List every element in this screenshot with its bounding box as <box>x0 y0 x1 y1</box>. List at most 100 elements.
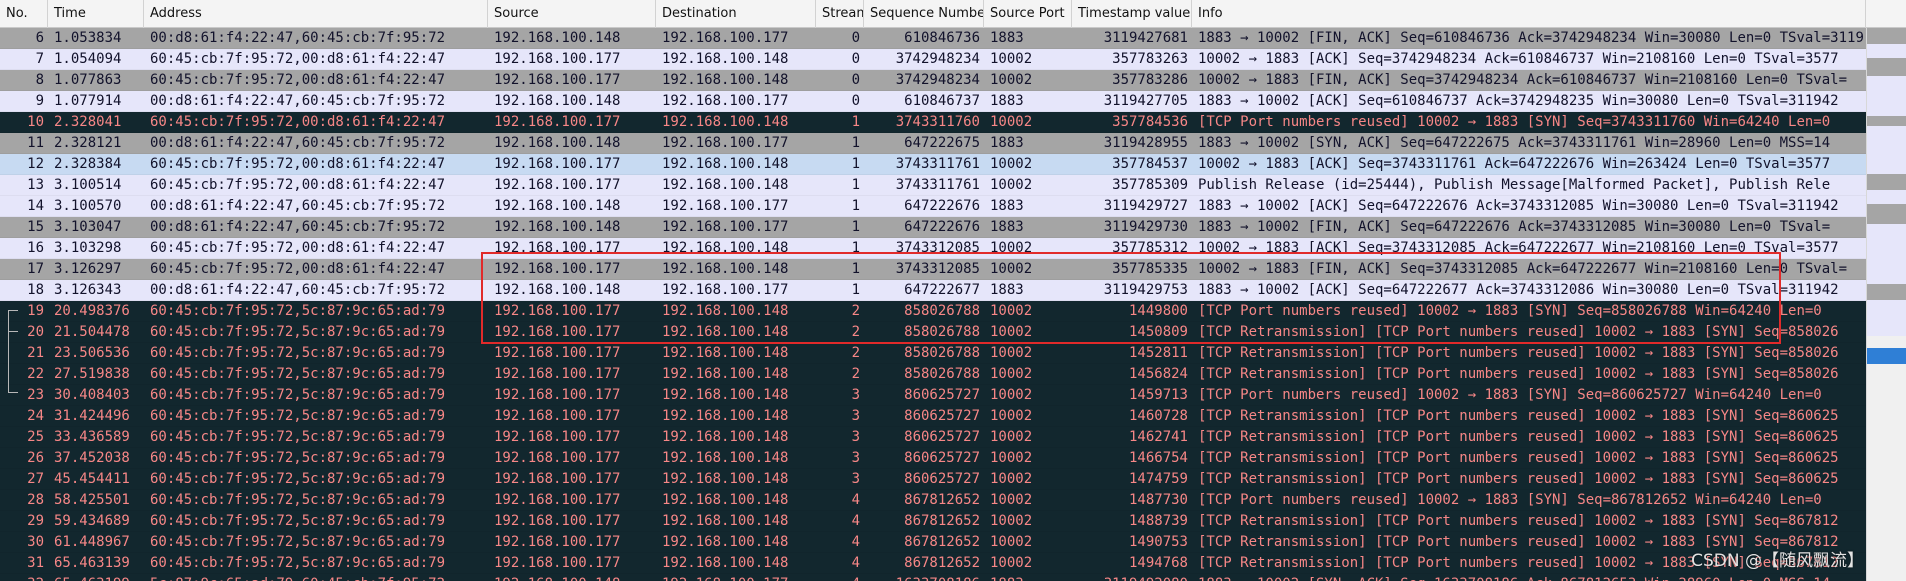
column-header-tsval[interactable]: Timestamp value <box>1072 0 1192 28</box>
packet-row[interactable]: 18 3.126343 00:d8:61:f4:22:47,60:45:cb:7f:… <box>0 280 1866 301</box>
column-header-sport[interactable]: Source Port <box>984 0 1072 28</box>
packet-row[interactable]: 30 61.448967 60:45:cb:7f:95:72,5c:87:9c:65… <box>0 532 1866 553</box>
cell-info: 10002 → 1883 [ACK] Seq=3743311761 Ack=64… <box>1198 156 1831 172</box>
cell-source: 192.168.100.177 <box>494 366 621 382</box>
cell-sport: 10002 <box>990 471 1033 487</box>
cell-sport: 1883 <box>990 198 1024 214</box>
cell-stream: 4 <box>851 492 860 508</box>
cell-no: 13 <box>27 177 44 193</box>
cell-source: 192.168.100.177 <box>494 450 621 466</box>
packet-row[interactable]: 25 33.436589 60:45:cb:7f:95:72,5c:87:9c:65… <box>0 427 1866 448</box>
cell-source: 192.168.100.148 <box>494 135 621 151</box>
cell-sport: 1883 <box>990 219 1024 235</box>
cell-stream: 1 <box>851 198 860 214</box>
column-header-destination[interactable]: Destination <box>656 0 816 28</box>
cell-source: 192.168.100.148 <box>494 219 621 235</box>
packet-row[interactable]: 6 1.053834 00:d8:61:f4:22:47,60:45:cb:7f:9… <box>0 28 1866 49</box>
cell-tsval: 3119492080 <box>1072 574 1192 581</box>
packet-row[interactable]: 11 2.328121 00:d8:61:f4:22:47,60:45:cb:7f:… <box>0 133 1866 154</box>
cell-address: 00:d8:61:f4:22:47,60:45:cb:7f:95:72 <box>150 219 446 235</box>
packet-row[interactable]: 23 30.408403 60:45:cb:7f:95:72,5c:87:9c:65… <box>0 385 1866 406</box>
cell-time: 58.425501 <box>54 492 130 508</box>
cell-time: 30.408403 <box>54 387 130 403</box>
cell-no: 9 <box>35 93 44 109</box>
cell-time: 3.100514 <box>54 177 122 193</box>
packet-row[interactable]: 26 37.452038 60:45:cb:7f:95:72,5c:87:9c:65… <box>0 448 1866 469</box>
minimap-viewport-indicator[interactable] <box>1867 348 1906 364</box>
column-header-seq[interactable]: Sequence Number <box>864 0 984 28</box>
column-header-address[interactable]: Address <box>144 0 488 28</box>
packet-row[interactable]: 19 20.498376 60:45:cb:7f:95:72,5c:87:9c:65… <box>0 301 1866 322</box>
packet-row[interactable]: 15 3.103047 00:d8:61:f4:22:47,60:45:cb:7f:… <box>0 217 1866 238</box>
cell-source: 192.168.100.177 <box>494 240 621 256</box>
packet-row[interactable]: 16 3.103298 60:45:cb:7f:95:72,00:d8:61:f4:… <box>0 238 1866 259</box>
packet-minimap-scrollbar[interactable] <box>1866 28 1906 581</box>
cell-stream: 3 <box>851 408 860 424</box>
cell-no: 22 <box>27 366 44 382</box>
packet-row[interactable]: 14 3.100570 00:d8:61:f4:22:47,60:45:cb:7f:… <box>0 196 1866 217</box>
cell-address: 00:d8:61:f4:22:47,60:45:cb:7f:95:72 <box>150 282 446 298</box>
column-header-no[interactable]: No. <box>0 0 48 28</box>
cell-sport: 10002 <box>990 387 1033 403</box>
cell-time: 45.454411 <box>54 471 130 487</box>
packet-row[interactable]: 21 23.506536 60:45:cb:7f:95:72,5c:87:9c:65… <box>0 343 1866 364</box>
cell-info: 1883 → 10002 [SYN, ACK] Seq=1633708186 A… <box>1192 574 1866 581</box>
cell-destination: 192.168.100.148 <box>662 345 789 361</box>
cell-tsval: 3119429730 <box>1103 219 1188 235</box>
cell-time: 2.328121 <box>54 135 122 151</box>
cell-seq: 1633708186 <box>864 574 984 581</box>
cell-no: 12 <box>27 156 44 172</box>
cell-time: 37.452038 <box>54 450 130 466</box>
cell-time: 1.077863 <box>54 72 122 88</box>
packet-row[interactable]: 7 1.054094 60:45:cb:7f:95:72,00:d8:61:f4:2… <box>0 49 1866 70</box>
cell-sport: 10002 <box>990 156 1033 172</box>
cell-no: 26 <box>27 450 44 466</box>
column-header-stream[interactable]: Stream <box>816 0 864 28</box>
cell-no: 24 <box>27 408 44 424</box>
column-header-time[interactable]: Time <box>48 0 144 28</box>
packet-row[interactable]: 28 58.425501 60:45:cb:7f:95:72,5c:87:9c:65… <box>0 490 1866 511</box>
packet-row[interactable]: 27 45.454411 60:45:cb:7f:95:72,5c:87:9c:65… <box>0 469 1866 490</box>
cell-address: 60:45:cb:7f:95:72,00:d8:61:f4:22:47 <box>150 156 446 172</box>
cell-sport: 10002 <box>990 72 1033 88</box>
cell-source: 192.168.100.148 <box>494 93 621 109</box>
cell-stream: 3 <box>851 429 860 445</box>
minimap-segment <box>1867 300 1906 336</box>
packet-row[interactable]: 31 65.463139 60:45:cb:7f:95:72,5c:87:9c:65… <box>0 553 1866 574</box>
cell-destination: 192.168.100.148 <box>662 513 789 529</box>
cell-tsval: 357785312 <box>1112 240 1188 256</box>
packet-row[interactable]: 10 2.328041 60:45:cb:7f:95:72,00:d8:61:f4:… <box>0 112 1866 133</box>
packet-row[interactable]: 20 21.504478 60:45:cb:7f:95:72,5c:87:9c:65… <box>0 322 1866 343</box>
cell-source: 192.168.100.177 <box>494 345 621 361</box>
cell-time: 23.506536 <box>54 345 130 361</box>
column-header-source[interactable]: Source <box>488 0 656 28</box>
column-header-bar: No.TimeAddressSourceDestinationStreamSeq… <box>0 0 1906 28</box>
minimap-segment <box>1867 116 1906 126</box>
cell-address: 00:d8:61:f4:22:47,60:45:cb:7f:95:72 <box>150 93 446 109</box>
packet-row[interactable]: 17 3.126297 60:45:cb:7f:95:72,00:d8:61:f4:… <box>0 259 1866 280</box>
cell-stream: 4 <box>851 513 860 529</box>
packet-row[interactable]: 12 2.328384 60:45:cb:7f:95:72,00:d8:61:f4:… <box>0 154 1866 175</box>
cell-info: [TCP Port numbers reused] 10002 → 1883 [… <box>1198 387 1822 403</box>
packet-row[interactable]: 29 59.434689 60:45:cb:7f:95:72,5c:87:9c:65… <box>0 511 1866 532</box>
cell-seq: 860625727 <box>904 387 980 403</box>
packet-row[interactable]: 9 1.077914 00:d8:61:f4:22:47,60:45:cb:7f:9… <box>0 91 1866 112</box>
cell-info: [TCP Port numbers reused] 10002 → 1883 [… <box>1198 492 1822 508</box>
packet-row[interactable]: 3265.4631995c:87:9c:65:ad:79,60:45:cb:7f… <box>0 574 1866 581</box>
cell-tsval: 1460728 <box>1128 408 1188 424</box>
cell-stream: 4 <box>851 534 860 550</box>
minimap-segment <box>1867 58 1906 76</box>
cell-time: 20.498376 <box>54 303 130 319</box>
cell-destination: 192.168.100.148 <box>662 177 789 193</box>
cell-sport: 10002 <box>990 51 1033 67</box>
packet-row[interactable]: 24 31.424496 60:45:cb:7f:95:72,5c:87:9c:65… <box>0 406 1866 427</box>
cell-time: 1.054094 <box>54 51 122 67</box>
packet-row[interactable]: 22 27.519838 60:45:cb:7f:95:72,5c:87:9c:65… <box>0 364 1866 385</box>
column-header-info[interactable]: Info <box>1192 0 1866 28</box>
packet-row[interactable]: 13 3.100514 60:45:cb:7f:95:72,00:d8:61:f4:… <box>0 175 1866 196</box>
cell-seq: 3742948234 <box>895 72 980 88</box>
cell-info: 1883 → 10002 [ACK] Seq=647222677 Ack=374… <box>1198 282 1839 298</box>
minimap-segment <box>1867 224 1906 284</box>
cell-address: 60:45:cb:7f:95:72,00:d8:61:f4:22:47 <box>150 177 446 193</box>
packet-row[interactable]: 8 1.077863 60:45:cb:7f:95:72,00:d8:61:f4:2… <box>0 70 1866 91</box>
